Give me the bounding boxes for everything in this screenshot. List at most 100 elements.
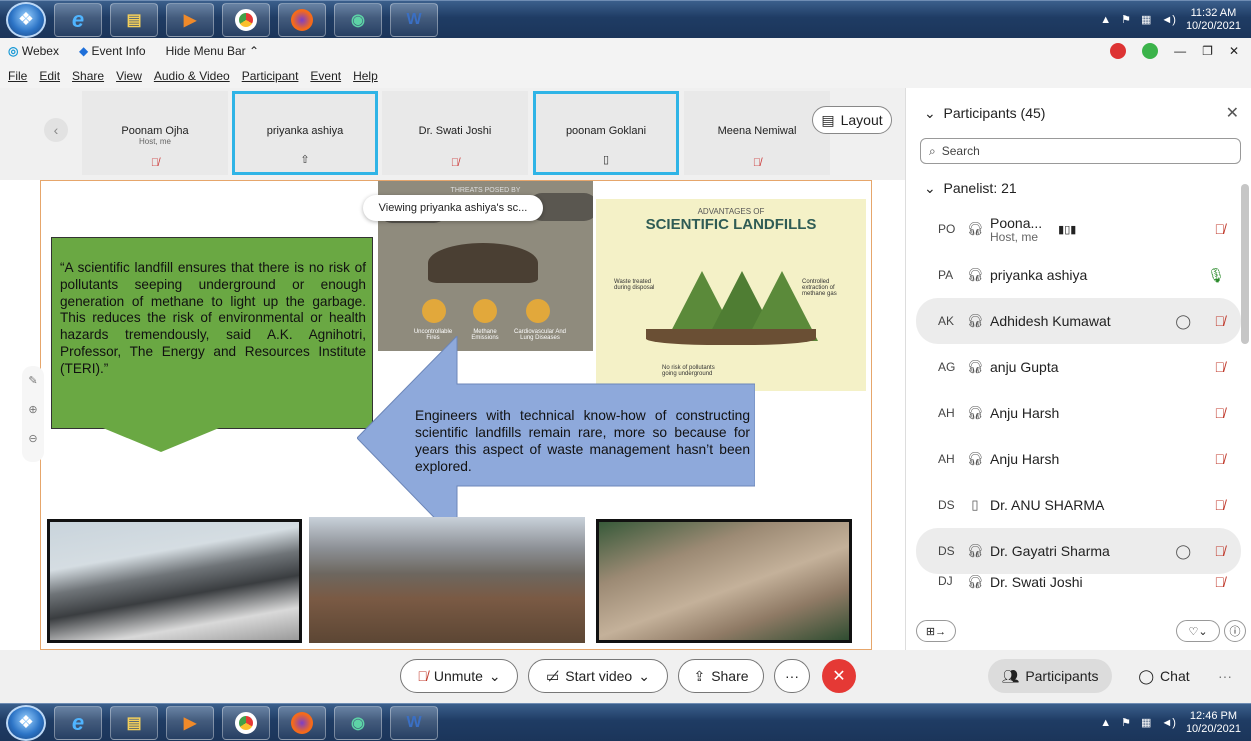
- participant-name: Poona...: [990, 215, 1043, 231]
- menu-help[interactable]: Help: [353, 69, 378, 83]
- participant-name: Dr. ANU SHARMA: [990, 497, 1105, 513]
- chevron-down-icon[interactable]: ⌄: [638, 668, 650, 685]
- close-icon[interactable]: ✕: [1229, 44, 1239, 58]
- muted-mic-icon[interactable]: 🎙̸: [1215, 497, 1226, 513]
- network-icon[interactable]: ▦: [1141, 716, 1151, 729]
- webex-app-name[interactable]: ◎ Webex: [8, 44, 59, 58]
- quote-box-pointer: [103, 428, 219, 452]
- reactions-button[interactable]: ♡⌄: [1176, 620, 1220, 642]
- explorer-icon[interactable]: ▤: [110, 705, 158, 740]
- menu-participant[interactable]: Participant: [242, 69, 299, 83]
- zoom-out-icon[interactable]: ⊖: [28, 432, 37, 445]
- participant-row[interactable]: DS 🎧︎ Dr. Gayatri Sharma ◯ 🎙̸: [916, 528, 1241, 574]
- clock[interactable]: 11:32 AM 10/20/2021: [1186, 7, 1241, 33]
- move-to-panelist-button[interactable]: ⊞→: [916, 620, 956, 642]
- panel-scrollbar[interactable]: [1241, 184, 1249, 344]
- firefox-icon[interactable]: [278, 705, 326, 740]
- panelist-section[interactable]: ⌄ Panelist: 21: [906, 180, 1251, 206]
- webex-taskbar-icon[interactable]: ◉: [334, 705, 382, 740]
- filmstrip-prev-button[interactable]: ‹: [44, 118, 68, 142]
- tile-name: Meena Nemiwal: [717, 125, 797, 137]
- more-options-button[interactable]: ···: [774, 659, 810, 693]
- participant-row[interactable]: PA 🎧︎ priyanka ashiya 🎙: [916, 252, 1241, 298]
- muted-mic-icon[interactable]: 🎙̸: [1215, 313, 1226, 329]
- muted-mic-icon[interactable]: 🎙̸: [1215, 405, 1226, 421]
- muted-mic-icon[interactable]: 🎙̸: [1215, 451, 1226, 467]
- menu-view[interactable]: View: [116, 69, 142, 83]
- more-panels-button[interactable]: ···: [1210, 659, 1240, 693]
- word-icon[interactable]: W: [390, 2, 438, 37]
- menu-share[interactable]: Share: [72, 69, 104, 83]
- ie-icon[interactable]: e: [54, 2, 102, 37]
- mic-icon[interactable]: 🎙: [1207, 267, 1225, 284]
- participant-row[interactable]: AH 🎧︎ Anju Harsh 🎙̸: [916, 390, 1241, 436]
- media-player-icon[interactable]: ▶: [166, 705, 214, 740]
- layout-button[interactable]: ▤ Layout: [812, 106, 892, 134]
- menu-file[interactable]: File: [8, 69, 27, 83]
- participant-name: Dr. Swati Joshi: [990, 574, 1083, 590]
- flag-icon[interactable]: ⚑: [1121, 13, 1131, 26]
- ie-icon[interactable]: e: [54, 705, 102, 740]
- chevron-down-icon[interactable]: ⌄: [489, 668, 501, 685]
- unmute-button[interactable]: 🎙̸ Unmute ⌄: [400, 659, 518, 693]
- participant-name: Adhidesh Kumawat: [990, 313, 1111, 329]
- participant-role: Host, me: [990, 230, 1039, 244]
- pen-icon[interactable]: ✎: [28, 374, 37, 387]
- video-tile[interactable]: Meena Nemiwal 🎙̸: [684, 91, 830, 175]
- chat-icon[interactable]: ◯: [1175, 313, 1191, 330]
- leave-meeting-button[interactable]: ✕: [822, 659, 856, 693]
- avatar: AK: [938, 314, 955, 328]
- volume-icon[interactable]: ◄): [1161, 14, 1176, 26]
- menu-audio-video[interactable]: Audio & Video: [154, 69, 230, 83]
- chrome-icon[interactable]: [222, 705, 270, 740]
- video-tile[interactable]: Poonam Ojha Host, me 🎙̸: [82, 91, 228, 175]
- participants-tab-button[interactable]: 👥︎ Participants: [988, 659, 1112, 693]
- participant-row[interactable]: DS ▯ Dr. ANU SHARMA 🎙̸: [916, 482, 1241, 528]
- restore-icon[interactable]: ❐: [1202, 44, 1213, 58]
- clock[interactable]: 12:46 PM 10/20/2021: [1186, 710, 1241, 736]
- collapse-icon[interactable]: ⌄: [924, 105, 936, 122]
- muted-mic-icon[interactable]: 🎙̸: [1215, 359, 1226, 375]
- info-icon[interactable]: ⓘ: [1224, 620, 1246, 642]
- chat-icon[interactable]: ◯: [1175, 543, 1191, 560]
- minimize-icon[interactable]: —: [1174, 44, 1186, 58]
- volume-icon[interactable]: ◄): [1161, 717, 1176, 729]
- share-button[interactable]: ⇪ Share: [678, 659, 764, 693]
- menu-event[interactable]: Event: [310, 69, 341, 83]
- layout-icon: ▤: [821, 111, 835, 128]
- event-info-button[interactable]: ◆ Event Info: [79, 44, 146, 58]
- muted-mic-icon[interactable]: 🎙̸: [1215, 221, 1226, 237]
- muted-mic-icon[interactable]: 🎙̸: [1215, 543, 1226, 559]
- close-panel-icon[interactable]: ✕: [1226, 103, 1239, 123]
- video-tile[interactable]: Dr. Swati Joshi 🎙̸: [382, 91, 528, 175]
- explorer-icon[interactable]: ▤: [110, 2, 158, 37]
- chat-tab-button[interactable]: ◯ Chat: [1124, 659, 1204, 693]
- search-input[interactable]: ⌕ Search: [920, 138, 1241, 164]
- muted-mic-icon[interactable]: 🎙̸: [1215, 574, 1226, 590]
- zoom-in-icon[interactable]: ⊕: [28, 403, 37, 416]
- start-orb-icon[interactable]: ❖: [6, 704, 46, 741]
- video-tile[interactable]: poonam Goklani ▯: [533, 91, 679, 175]
- webex-taskbar-icon[interactable]: ◉: [334, 2, 382, 37]
- phone-icon: ▯: [602, 154, 610, 166]
- chrome-icon[interactable]: [222, 2, 270, 37]
- firefox-icon[interactable]: [278, 2, 326, 37]
- tray-arrow-icon[interactable]: ▲: [1100, 14, 1111, 26]
- flag-icon[interactable]: ⚑: [1121, 716, 1131, 729]
- menu-edit[interactable]: Edit: [39, 69, 60, 83]
- network-icon[interactable]: ▦: [1141, 13, 1151, 26]
- participant-row[interactable]: AH 🎧︎ Anju Harsh 🎙̸: [916, 436, 1241, 482]
- word-icon[interactable]: W: [390, 705, 438, 740]
- start-orb-icon[interactable]: ❖: [6, 1, 46, 38]
- start-video-button[interactable]: ▭̸ Start video ⌄: [528, 659, 668, 693]
- participant-row[interactable]: AG 🎧︎ anju Gupta 🎙̸: [916, 344, 1241, 390]
- media-player-icon[interactable]: ▶: [166, 2, 214, 37]
- tray-arrow-icon[interactable]: ▲: [1100, 717, 1111, 729]
- participant-row[interactable]: DJ 🎧︎ Dr. Swati Joshi 🎙̸: [916, 574, 1241, 596]
- system-tray: ▲ ⚑ ▦ ◄) 12:46 PM 10/20/2021: [1100, 710, 1251, 736]
- participant-row[interactable]: PO 🎧︎ Poona... Host, me ▮▯▮ 🎙̸: [916, 206, 1241, 252]
- video-tile[interactable]: priyanka ashiya ⇧: [232, 91, 378, 175]
- shared-content: “A scientific landfill ensures that ther…: [40, 180, 872, 650]
- hide-menu-bar-button[interactable]: Hide Menu Bar ⌃: [166, 44, 259, 58]
- participant-row[interactable]: AK 🎧︎ Adhidesh Kumawat ◯ 🎙̸: [916, 298, 1241, 344]
